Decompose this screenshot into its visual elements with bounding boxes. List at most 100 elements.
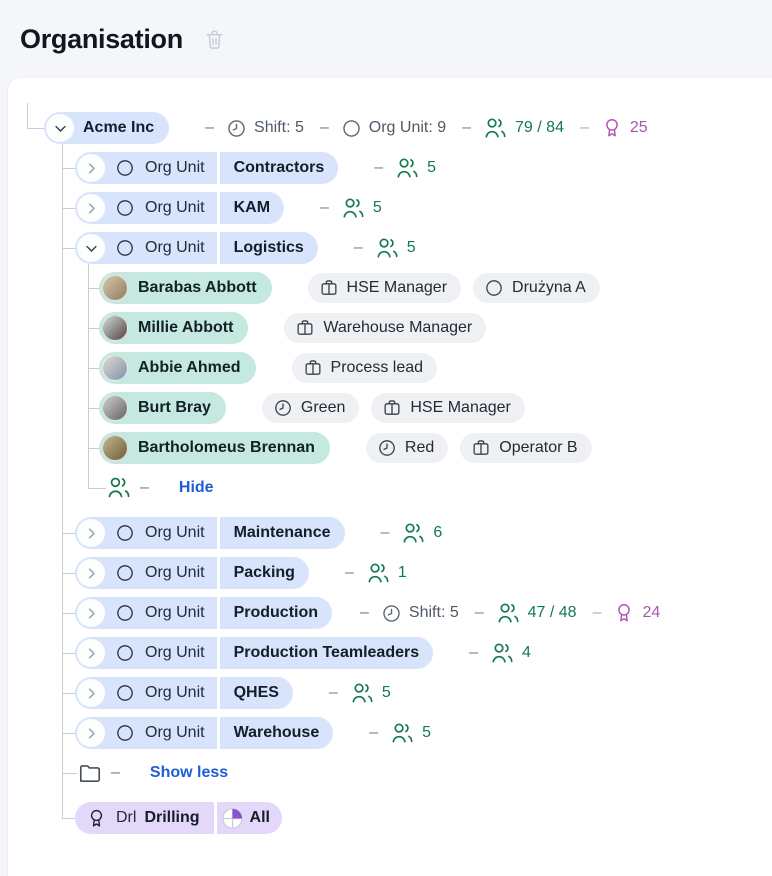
tree-connector <box>62 818 75 819</box>
members-count: 5 <box>422 724 431 742</box>
users-icon <box>341 196 366 221</box>
shift-badge: Red <box>366 433 448 463</box>
tree-connector <box>62 144 63 818</box>
organisation-panel: Acme Inc – Shift: 5 – Org Unit: 9 – 79 /… <box>8 78 772 876</box>
tree-row-org-unit: Org Unit Packing – 1 <box>75 553 407 593</box>
members-meta: – 5 <box>354 236 416 261</box>
avatar <box>102 395 128 421</box>
tree-row-person: Bartholomeus Brennan Red Operator B <box>99 428 592 468</box>
circle-icon <box>115 683 135 703</box>
circle-icon <box>115 158 135 178</box>
briefcase-icon <box>471 438 491 458</box>
chevron-down-icon[interactable] <box>77 234 105 262</box>
users-icon <box>390 721 415 746</box>
tree-connector <box>62 573 75 574</box>
person-pill[interactable]: Millie Abbott <box>99 312 248 344</box>
org-unit-name: Logistics <box>220 239 318 257</box>
avatar <box>102 355 128 381</box>
members-count: 6 <box>433 524 442 542</box>
person-pill[interactable]: Barabas Abbott <box>99 272 272 304</box>
tree-row-person: Millie Abbott Warehouse Manager <box>99 308 486 348</box>
tree-connector <box>88 288 99 289</box>
tree-connector <box>27 103 45 129</box>
org-unit-pill[interactable]: Org Unit Maintenance <box>75 517 345 549</box>
members-count: 79 / 84 <box>515 119 564 137</box>
role-badge: Process lead <box>292 353 438 383</box>
chevron-right-icon[interactable] <box>77 599 105 627</box>
org-unit-count: Org Unit: 9 <box>369 119 446 137</box>
org-unit-pill[interactable]: Org Unit Logistics <box>75 232 318 264</box>
members-count: 5 <box>373 199 382 217</box>
tree-connector <box>62 168 75 169</box>
org-unit-pill[interactable]: Org Unit KAM <box>75 192 284 224</box>
team-badge: Drużyna A <box>473 273 600 303</box>
chevron-right-icon[interactable] <box>77 679 105 707</box>
tree-row-org-unit: Org Unit Maintenance – 6 <box>75 513 442 553</box>
org-unit-pill[interactable]: Org Unit Packing <box>75 557 309 589</box>
members-meta: – 5 <box>320 196 382 221</box>
tree-connector <box>62 533 75 534</box>
org-unit-pill[interactable]: Org Unit QHES <box>75 677 293 709</box>
person-pill[interactable]: Bartholomeus Brennan <box>99 432 330 464</box>
org-unit-pill[interactable]: Org Unit Production <box>75 597 332 629</box>
org-unit-pill[interactable]: Org Unit Warehouse <box>75 717 333 749</box>
avatar <box>102 435 128 461</box>
trash-icon[interactable] <box>203 28 226 51</box>
briefcase-icon <box>303 358 323 378</box>
members-meta: – 47 / 48 <box>475 601 577 626</box>
tree-connector <box>88 368 99 369</box>
chevron-right-icon[interactable] <box>77 519 105 547</box>
chevron-right-icon[interactable] <box>77 154 105 182</box>
org-unit-name: QHES <box>220 684 293 702</box>
avatar <box>102 315 128 341</box>
tree-connector <box>88 448 99 449</box>
members-count: 47 / 48 <box>528 604 577 622</box>
clock-icon <box>226 118 247 139</box>
person-pill[interactable]: Abbie Ahmed <box>99 352 256 384</box>
circle-icon <box>115 643 135 663</box>
briefcase-icon <box>382 398 402 418</box>
shift-meta: – Shift: 5 <box>360 603 459 624</box>
skill-name: Drilling <box>144 809 199 827</box>
tree-row-org-unit: Org Unit Production Teamleaders – 4 <box>75 633 531 673</box>
skill-pill[interactable]: Drl Drilling All <box>75 802 282 834</box>
circle-icon <box>484 278 504 298</box>
show-less-link[interactable]: Show less <box>150 764 228 782</box>
users-icon <box>395 156 420 181</box>
shift-meta: – Shift: 5 <box>205 118 304 139</box>
chevron-right-icon[interactable] <box>77 559 105 587</box>
members-meta: – 5 <box>329 681 391 706</box>
org-root-pill[interactable]: Acme Inc <box>44 112 169 144</box>
folder-icon <box>77 760 103 786</box>
tree-row-person: Burt Bray Green HSE Manager <box>99 388 525 428</box>
members-meta: – 5 <box>369 721 431 746</box>
hide-link[interactable]: Hide <box>179 479 214 497</box>
chevron-down-icon[interactable] <box>46 114 74 142</box>
person-name: Bartholomeus Brennan <box>128 439 330 457</box>
org-unit-name: Maintenance <box>220 524 345 542</box>
chevron-right-icon[interactable] <box>77 194 105 222</box>
org-unit-pill[interactable]: Org Unit Production Teamleaders <box>75 637 433 669</box>
tree-row-org-unit: Org Unit Contractors – 5 <box>75 148 436 188</box>
tree-row-root: Acme Inc – Shift: 5 – Org Unit: 9 – 79 /… <box>44 108 648 148</box>
chevron-right-icon[interactable] <box>77 639 105 667</box>
circle-icon <box>341 118 362 139</box>
tree-row-org-unit: Org Unit Warehouse – 5 <box>75 713 431 753</box>
org-unit-pill[interactable]: Org Unit Contractors <box>75 152 338 184</box>
tree-connector <box>62 208 75 209</box>
chevron-right-icon[interactable] <box>77 719 105 747</box>
person-pill[interactable]: Burt Bray <box>99 392 226 424</box>
person-name: Millie Abbott <box>128 319 248 337</box>
tree-row-org-unit: Org Unit QHES – 5 <box>75 673 391 713</box>
org-unit-meta: – Org Unit: 9 <box>320 118 446 139</box>
members-meta: – 5 <box>374 156 436 181</box>
role-badge: Operator B <box>460 433 591 463</box>
users-icon <box>483 116 508 141</box>
members-meta: – 1 <box>345 561 407 586</box>
shift-count: Shift: 5 <box>254 119 304 137</box>
tree-connector <box>62 693 75 694</box>
tree-row-skill: Drl Drilling All <box>75 798 282 838</box>
award-icon <box>601 117 623 139</box>
tree-connector <box>62 733 75 734</box>
tree-connector <box>88 264 89 488</box>
